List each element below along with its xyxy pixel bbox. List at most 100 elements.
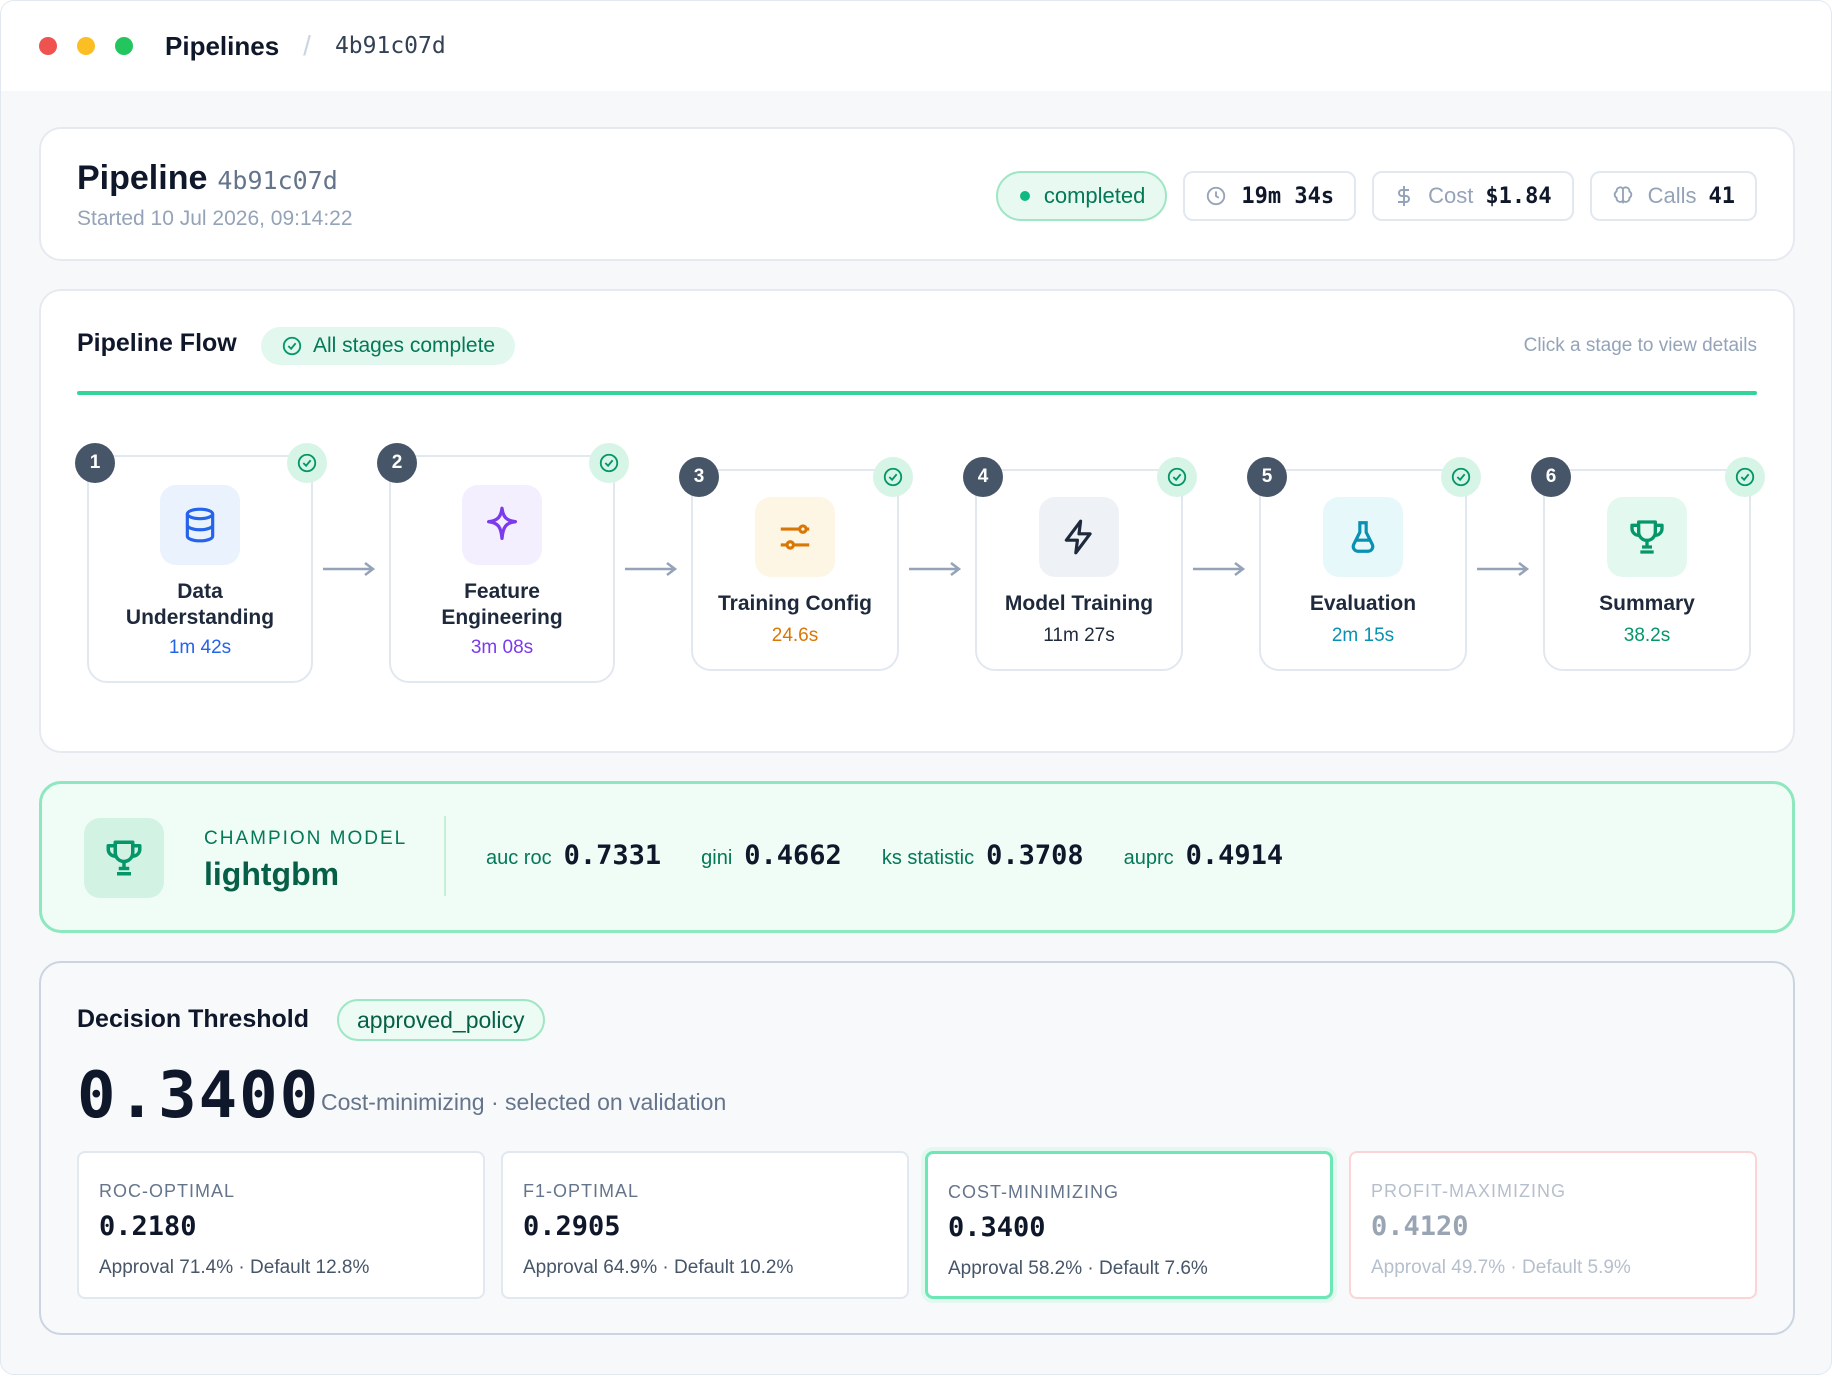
stage-card-feature-engineering[interactable]: 2 Feature Engineering 3m 08s [377, 443, 629, 683]
stage-label: Model Training [1004, 592, 1154, 615]
champion-kicker: CHAMPION MODEL [204, 828, 408, 849]
threshold-option-profit-maximizing[interactable]: PROFIT-MAXIMIZING 0.4120 Approval 49.7% … [1349, 1151, 1757, 1299]
option-value: 0.2180 [99, 1211, 197, 1242]
maximize-window-button[interactable] [115, 37, 133, 55]
option-label: COST-MINIMIZING [948, 1182, 1119, 1202]
metric-ks-statistic: ks statistic 0.3708 [882, 840, 1084, 871]
sparkle-icon [462, 485, 542, 565]
arrow-right-icon [625, 562, 678, 576]
dollar-icon [1398, 186, 1411, 206]
option-label: ROC-OPTIMAL [99, 1181, 236, 1201]
stage-complete-check-icon [1157, 457, 1197, 497]
arrow-right-icon [323, 562, 376, 576]
threshold-option-roc-optimal[interactable]: ROC-OPTIMAL 0.2180 Approval 71.4% · Defa… [77, 1151, 485, 1299]
option-label: PROFIT-MAXIMIZING [1371, 1181, 1566, 1201]
metric-value: 0.4914 [1185, 840, 1284, 871]
stage-label: Evaluation [1309, 592, 1417, 615]
option-value: 0.2905 [523, 1211, 621, 1242]
metric-gini: gini 0.4662 [701, 840, 842, 871]
stage-complete-check-icon [873, 457, 913, 497]
metric-auprc: auprc 0.4914 [1124, 840, 1284, 871]
metric-key: auprc [1123, 847, 1174, 869]
arrow-right-icon [1477, 562, 1530, 576]
stage-card-data-understanding[interactable]: 1 Data Understanding 1m 42s [75, 443, 327, 683]
metric-key: auc roc [486, 847, 552, 869]
option-value: 0.4120 [1371, 1211, 1469, 1242]
title-bar: Pipelines / 4b91c07d [1, 1, 1831, 91]
stage-card-training-config[interactable]: 3 Training Config 24.6s [679, 457, 913, 671]
minimize-window-button[interactable] [77, 37, 95, 55]
flask-icon [1323, 497, 1403, 577]
stage-number: 2 [377, 443, 417, 483]
lightning-icon [1039, 497, 1119, 577]
option-stats: Approval 64.9% · Default 10.2% [523, 1257, 794, 1278]
stage-duration: 38.2s [1623, 625, 1671, 646]
divider [444, 816, 446, 896]
check-circle-icon [282, 336, 302, 356]
metric-value: 0.7331 [563, 840, 662, 871]
stage-duration: 24.6s [771, 625, 819, 646]
calls-label: Calls [1647, 183, 1697, 208]
duration-value: 19m 34s [1241, 183, 1335, 209]
stage-duration: 3m 08s [470, 637, 534, 658]
stage-card-summary[interactable]: 6 Summary 38.2s [1531, 457, 1765, 671]
stage-complete-check-icon [589, 443, 629, 483]
metric-key: ks statistic [881, 847, 975, 869]
progress-bar [77, 391, 1757, 395]
page-title: Pipeline [77, 159, 208, 197]
stage-number: 1 [75, 443, 115, 483]
threshold-option-cost-minimizing[interactable]: COST-MINIMIZING 0.3400 Approval 58.2% · … [925, 1151, 1333, 1299]
option-stats: Approval 58.2% · Default 7.6% [948, 1258, 1208, 1279]
brain-icon [1613, 186, 1632, 204]
option-stats: Approval 49.7% · Default 5.9% [1371, 1257, 1631, 1278]
section-title: Pipeline Flow [77, 329, 237, 357]
close-window-button[interactable] [39, 37, 57, 55]
option-value: 0.3400 [948, 1212, 1046, 1243]
status-dot-icon [1019, 191, 1030, 201]
calls-pill: Calls 41 [1589, 171, 1757, 221]
stage-label: Training Config [718, 592, 872, 615]
cost-value: $1.84 [1485, 183, 1552, 209]
option-label: F1-OPTIMAL [523, 1181, 640, 1201]
badge-text: All stages complete [313, 334, 496, 357]
pipeline-header-card: Pipeline 4b91c07d Started 10 Jul 2026, 0… [39, 127, 1795, 261]
threshold-option-f1-optimal[interactable]: F1-OPTIMAL 0.2905 Approval 64.9% · Defau… [501, 1151, 909, 1299]
metric-value: 0.3708 [986, 840, 1084, 871]
stage-card-evaluation[interactable]: 5 Evaluation 2m 15s [1247, 457, 1481, 671]
stage-number: 4 [963, 457, 1003, 497]
threshold-description: Cost-minimizing · selected on validation [321, 1089, 727, 1115]
breadcrumb-pipeline-id: 4b91c07d [334, 33, 446, 59]
calls-value: 41 [1708, 183, 1736, 209]
trophy-icon [84, 818, 164, 898]
stage-number: 5 [1247, 457, 1287, 497]
champion-model-name: lightgbm [204, 856, 340, 892]
breadcrumb: Pipelines / 4b91c07d [165, 30, 446, 62]
threshold-value: 0.3400 [77, 1059, 321, 1133]
duration-pill: 19m 34s [1183, 171, 1357, 221]
status-text: completed [1043, 183, 1146, 208]
status-badge: completed [995, 171, 1168, 221]
metric-auc-roc: auc roc 0.7331 [486, 840, 661, 871]
section-title: Decision Threshold [77, 1005, 309, 1033]
breadcrumb-pipelines-link[interactable]: Pipelines [165, 31, 279, 62]
stage-complete-check-icon [1725, 457, 1765, 497]
stage-card-model-training[interactable]: 4 Model Training 11m 27s [963, 457, 1197, 671]
breadcrumb-separator: / [303, 30, 311, 61]
option-stats: Approval 71.4% · Default 12.8% [99, 1257, 370, 1278]
flow-hint: Click a stage to view details [1523, 335, 1757, 356]
stage-label: Summary [1599, 592, 1695, 615]
policy-badge: approved_policy [337, 999, 545, 1041]
stage-duration: 2m 15s [1331, 625, 1395, 646]
decision-threshold-card: Decision Threshold approved_policy 0.340… [39, 961, 1795, 1335]
cost-pill: Cost $1.84 [1372, 171, 1574, 221]
stage-label: Understanding [125, 606, 275, 629]
metrics-row: auc roc 0.7331 gini 0.4662 ks statistic … [486, 840, 1323, 871]
stage-number: 6 [1531, 457, 1571, 497]
sliders-icon [755, 497, 835, 577]
stage-duration: 1m 42s [168, 637, 232, 658]
database-icon [160, 485, 240, 565]
stage-label: Feature [464, 580, 540, 603]
metric-value: 0.4662 [744, 840, 842, 871]
stage-number: 3 [679, 457, 719, 497]
all-stages-complete-badge: All stages complete [261, 327, 516, 365]
